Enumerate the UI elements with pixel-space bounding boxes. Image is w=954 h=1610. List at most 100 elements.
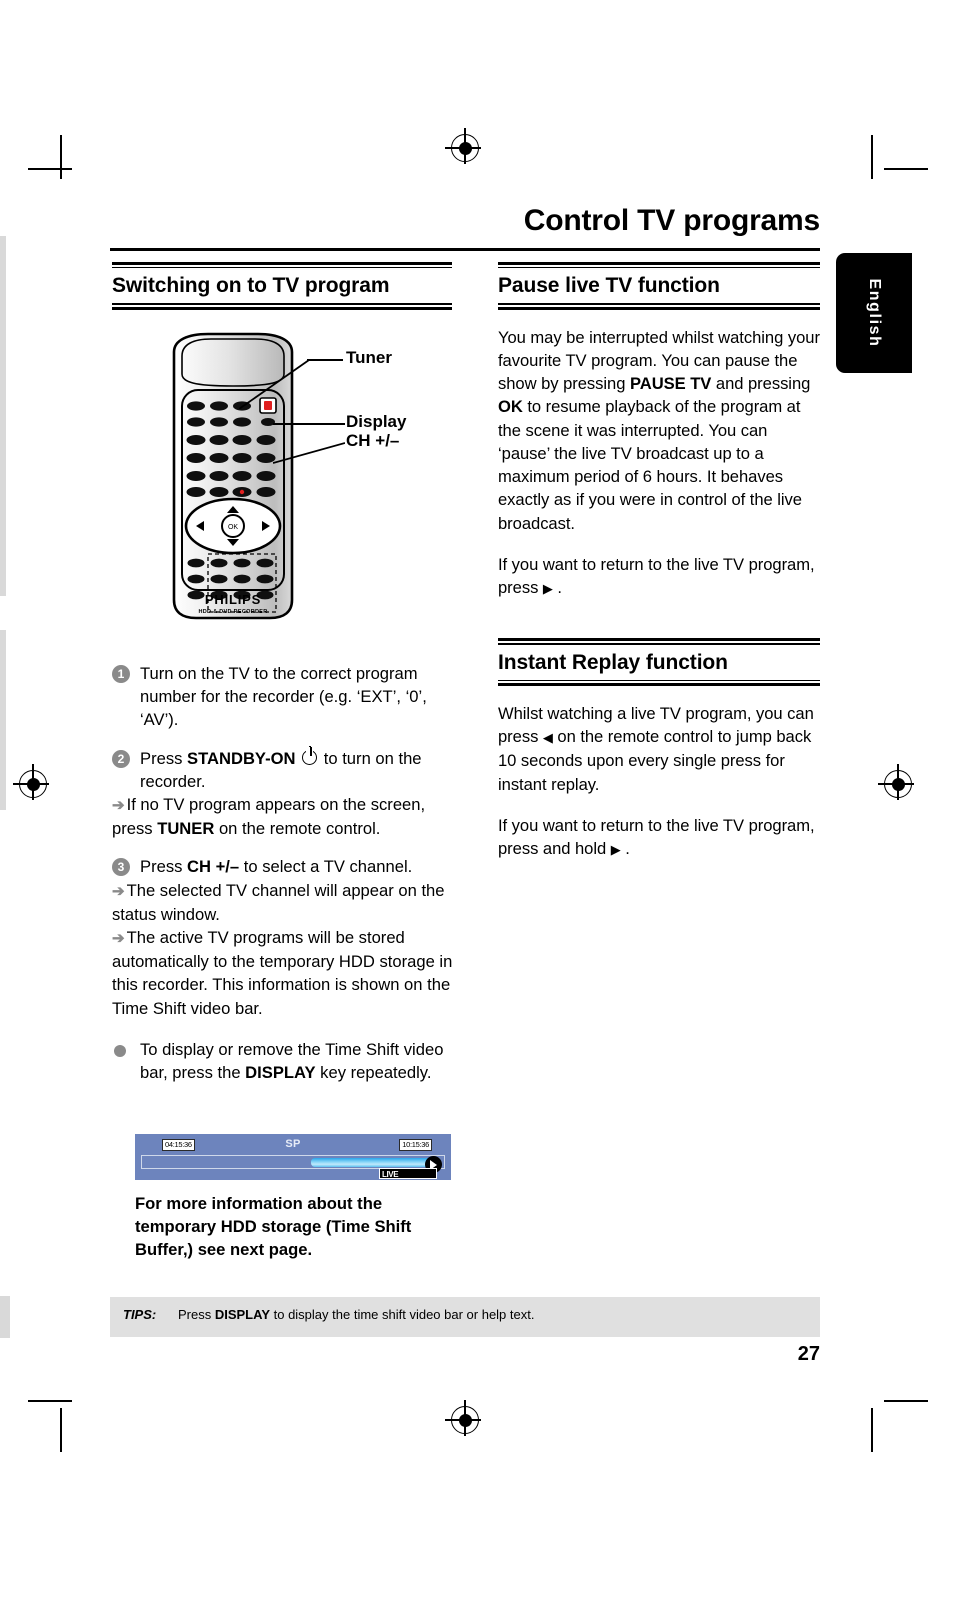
manual-page: Control TV programs English Switching on… bbox=[0, 0, 954, 1610]
remote-control-illustration: OK PHILIPS HDD & DVD RECORDER Tuner Disp… bbox=[112, 330, 452, 635]
registration-mark-right bbox=[878, 764, 914, 800]
section-heading-pause-live-tv: Pause live TV function bbox=[498, 268, 820, 303]
replay-paragraph-2: If you want to return to the live TV pro… bbox=[498, 814, 820, 861]
page-title-part-2: TV programs bbox=[637, 204, 820, 237]
time-shift-end-time: 10:15:36 bbox=[399, 1139, 432, 1151]
step-1-marker: 1 bbox=[112, 665, 130, 683]
crop-mark-bottom-left-v bbox=[60, 1408, 62, 1452]
registration-mark-top bbox=[445, 128, 481, 164]
tips-pre: Press bbox=[178, 1307, 215, 1322]
replay-p2-b: . bbox=[620, 839, 630, 858]
replay-rule-bottom-thick bbox=[498, 682, 820, 686]
pause-heading-part-1: Pause live bbox=[498, 274, 606, 298]
result-arrow-icon: ➔ bbox=[112, 797, 125, 815]
live-badge: LIVE bbox=[379, 1168, 437, 1179]
callout-leader-tuner-diag bbox=[238, 359, 311, 410]
callout-leader-display bbox=[273, 423, 345, 425]
replay-rule-top-thick bbox=[498, 638, 820, 642]
crop-mark-bottom-right-h bbox=[884, 1400, 928, 1402]
step-1: 1 Turn on the TV to the correct program … bbox=[112, 662, 457, 732]
language-tab-label: English bbox=[866, 278, 883, 348]
page-title: Control TV programs bbox=[110, 206, 820, 236]
callout-text-tuner: Tuner bbox=[346, 348, 392, 367]
pause-heading-part-2: TV function bbox=[605, 274, 720, 298]
step-2: 2 Press STANDBY-ON to turn on the record… bbox=[112, 746, 457, 841]
section-heading-switching-on: Switching on to TV program bbox=[112, 268, 452, 303]
section-heading-part-1: Switching on to bbox=[112, 274, 273, 298]
left-column: Switching on to TV program bbox=[112, 262, 452, 310]
registration-mark-left bbox=[13, 764, 49, 800]
step-3-marker: 3 bbox=[112, 858, 130, 877]
step-2-marker: 2 bbox=[112, 749, 130, 768]
step-2-result-1-post: on the remote control. bbox=[214, 819, 381, 839]
remote-brand-plate: PHILIPS HDD & DVD RECORDER bbox=[174, 592, 292, 615]
play-right-arrow-icon: ▶ bbox=[542, 580, 553, 596]
callout-label-tuner: Tuner bbox=[346, 348, 392, 368]
power-icon bbox=[302, 746, 318, 765]
svg-text:OK: OK bbox=[228, 524, 238, 531]
section-rule-top-thick bbox=[112, 262, 452, 265]
section-rule-bottom-thick bbox=[112, 306, 452, 310]
section-rule-bottom-thin bbox=[112, 303, 452, 305]
procedure-steps: 1 Turn on the TV to the correct program … bbox=[112, 662, 457, 1099]
callout-text-ch: CH +/– bbox=[346, 431, 400, 450]
bullet-marker bbox=[114, 1044, 126, 1057]
closing-note: For more information about the temporary… bbox=[135, 1194, 412, 1259]
step-bullet-display: To display or remove the Time Shift vide… bbox=[112, 1038, 457, 1084]
step-2-lead-in: Press bbox=[140, 748, 188, 768]
step-2-result-1: ➔ If no TV program appears on the screen,… bbox=[112, 793, 457, 840]
pause-paragraph-2: If you want to return to the live TV pro… bbox=[498, 553, 820, 600]
bleed-bar-middle bbox=[0, 630, 6, 810]
step-2-bold-standby: STANDBY-ON bbox=[187, 748, 296, 768]
page-number: 27 bbox=[797, 1343, 820, 1365]
pause-rule-top-thick bbox=[498, 262, 820, 265]
pause-p2-b: . bbox=[552, 577, 562, 597]
result-arrow-icon: ➔ bbox=[112, 882, 125, 900]
callout-leader-ch-diag bbox=[272, 442, 346, 464]
tips-text: Press DISPLAY to display the time shift … bbox=[178, 1307, 534, 1322]
pause-p1-e: to resume playback of the program at the… bbox=[498, 397, 802, 533]
time-shift-progress-fill bbox=[311, 1156, 442, 1173]
replay-p2-a: If you want to return to the live TV pro… bbox=[498, 815, 815, 858]
language-tab: English bbox=[836, 253, 912, 373]
callout-text-display: Display bbox=[346, 412, 407, 431]
step-3-result-1-text: The selected TV channel will appear on t… bbox=[112, 880, 445, 924]
replay-paragraph-1: Whilst watching a live TV program, you c… bbox=[498, 702, 820, 796]
callout-label-display: Display bbox=[346, 412, 406, 432]
replay-rule-bottom-thin bbox=[498, 679, 820, 681]
section-switching-on: Switching on to TV program bbox=[112, 262, 452, 310]
step-1-text: Turn on the TV to the correct program nu… bbox=[140, 664, 427, 730]
pause-rule-bottom-thick bbox=[498, 306, 820, 310]
pause-p1-bold-pausetv: PAUSE TV bbox=[629, 374, 712, 394]
crop-mark-bottom-right-v bbox=[871, 1408, 873, 1452]
step-3-bold-ch: CH +/– bbox=[187, 857, 240, 877]
time-shift-track bbox=[141, 1155, 445, 1173]
step-3: 3 Press CH +/– to select a TV channel. ➔… bbox=[112, 855, 457, 1019]
header-rule bbox=[110, 248, 820, 251]
bullet-post: key repeatedly. bbox=[315, 1063, 432, 1083]
step-3-result-2-text: The active TV programs will be stored au… bbox=[112, 928, 453, 1018]
tips-bold-display: DISPLAY bbox=[214, 1307, 270, 1322]
play-right-arrow-icon: ▶ bbox=[610, 842, 621, 857]
tips-post: to display the time shift video bar or h… bbox=[270, 1307, 535, 1322]
step-3-after: to select a TV channel. bbox=[239, 857, 413, 877]
live-badge-label: LIVE bbox=[382, 1169, 399, 1179]
page-title-part-1: Control bbox=[523, 204, 638, 237]
registration-mark-bottom bbox=[445, 1400, 481, 1436]
pause-rule-bottom-thin bbox=[498, 303, 820, 305]
crop-mark-top-right-h bbox=[884, 168, 928, 170]
bleed-bar-lower bbox=[0, 1296, 10, 1338]
pause-p1-c: and pressing bbox=[711, 374, 811, 394]
rewind-left-arrow-icon: ◀ bbox=[542, 730, 553, 746]
step-3-result-2: ➔ The active TV programs will be stored a… bbox=[112, 926, 457, 1020]
remote-brand-subtitle: HDD & DVD RECORDER bbox=[198, 609, 268, 615]
remote-brand-name: PHILIPS bbox=[204, 592, 262, 607]
section-heading-part-2: TV program bbox=[272, 274, 390, 298]
crop-mark-top-right-v bbox=[871, 135, 873, 179]
crop-mark-top-left-v bbox=[60, 135, 62, 179]
step-3-result-1: ➔ The selected TV channel will appear on … bbox=[112, 879, 457, 926]
tips-bar: TIPS: Press DISPLAY to display the time … bbox=[110, 1297, 820, 1337]
callout-label-ch: CH +/– bbox=[346, 431, 399, 451]
pause-paragraph-1: You may be interrupted whilst watching y… bbox=[498, 326, 820, 535]
time-shift-video-bar: 04:15:36 SP 10:15:36 LIVE bbox=[135, 1134, 451, 1180]
